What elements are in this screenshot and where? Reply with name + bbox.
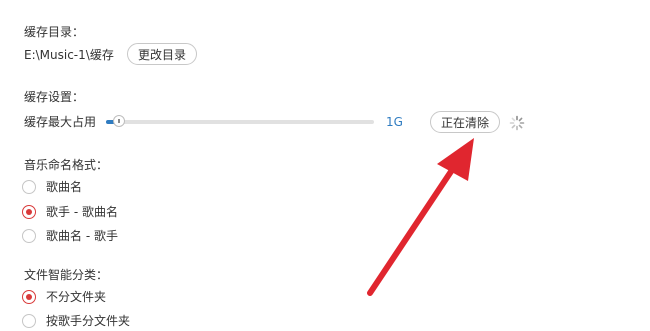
- classify-option-by-artist-label: 按歌手分文件夹: [46, 314, 131, 328]
- classify-option-no-folder-label: 不分文件夹: [46, 290, 107, 304]
- cache-size-slider[interactable]: [106, 115, 374, 127]
- cache-dir-title: 缓存目录：: [24, 25, 85, 39]
- spinner-icon: [509, 115, 525, 131]
- cache-dir-path: E:\Music-1\缓存: [24, 48, 114, 62]
- classify-title: 文件智能分类：: [24, 268, 109, 282]
- naming-radio-song-artist[interactable]: [22, 229, 36, 243]
- settings-panel: 缓存目录： E:\Music-1\缓存 更改目录 缓存设置： 缓存最大占用 1G…: [0, 0, 650, 331]
- change-dir-button[interactable]: 更改目录: [127, 43, 197, 65]
- cache-size-slider-thumb[interactable]: [113, 115, 126, 127]
- classify-radio-by-artist[interactable]: [22, 314, 36, 328]
- classify-radio-no-folder[interactable]: [22, 290, 36, 304]
- naming-radio-artist-song[interactable]: [22, 205, 36, 219]
- cache-max-label: 缓存最大占用: [24, 115, 97, 129]
- cache-max-value: 1G: [386, 115, 403, 129]
- naming-option-song-label: 歌曲名: [46, 180, 83, 194]
- naming-radio-song[interactable]: [22, 180, 36, 194]
- naming-option-song-artist-label: 歌曲名 - 歌手: [46, 229, 118, 243]
- cache-settings-title: 缓存设置：: [24, 90, 85, 104]
- naming-format-title: 音乐命名格式：: [24, 158, 109, 172]
- naming-option-artist-song-label: 歌手 - 歌曲名: [46, 205, 118, 219]
- clearing-button[interactable]: 正在清除: [430, 111, 500, 133]
